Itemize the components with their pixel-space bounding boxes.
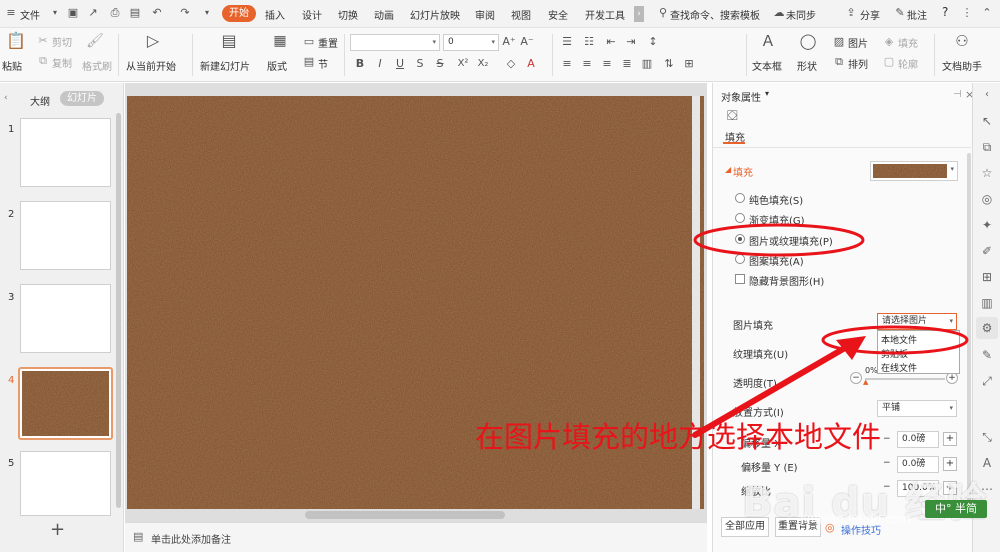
annotation-text: 在图片填充的地方选择本地文件 [475,420,882,454]
highlight-ellipse-picture-fill [693,223,865,257]
ime-indicator[interactable]: 中° 半简 [925,500,987,518]
watermark-url: jingyan.baidu.com [800,512,911,526]
